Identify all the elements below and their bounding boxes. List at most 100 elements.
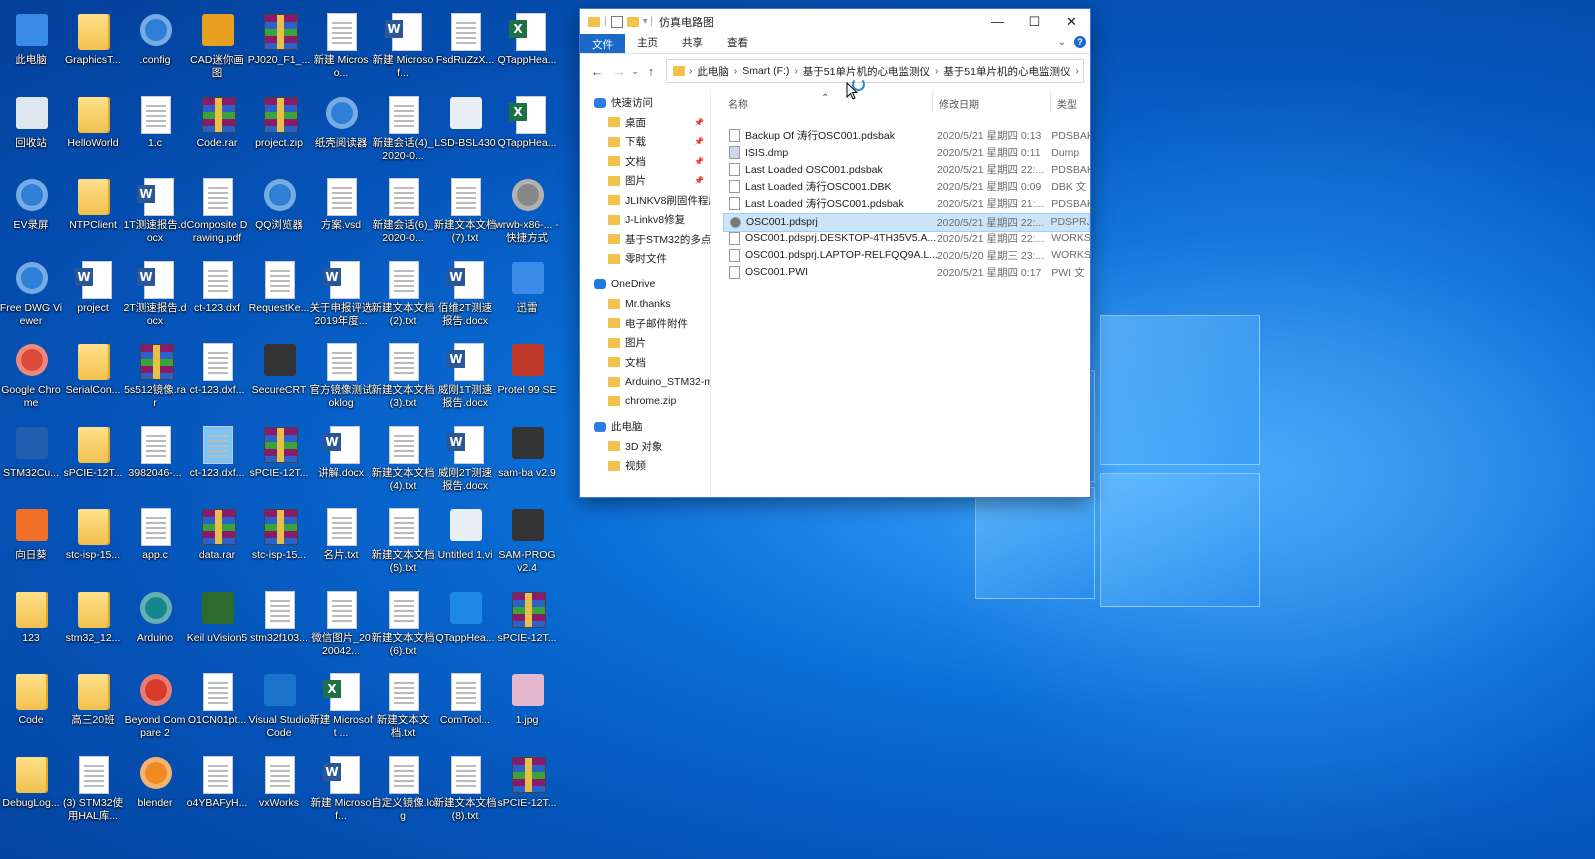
desktop-icon[interactable]: QTappHea... (496, 87, 558, 167)
nav-item[interactable]: 3D 对象 (580, 437, 710, 457)
desktop-icon[interactable]: 回收站 (0, 87, 62, 167)
desktop-icon[interactable]: 关于申报评选2019年度... (310, 252, 373, 332)
nav-item[interactable]: chrome.zip (580, 392, 710, 412)
desktop-icon[interactable]: QTappHea... (434, 582, 496, 662)
desktop-icon[interactable]: RequestKe... (248, 252, 310, 332)
desktop-icon[interactable]: QQ浏览器 (248, 169, 310, 249)
file-row[interactable]: ISIS.dmp 2020/5/21 星期四 0:11 Dump (723, 144, 1090, 161)
maximize-button[interactable]: ☐ (1016, 9, 1053, 34)
desktop-icon[interactable]: (3) STM32使用HAL库... (62, 747, 124, 827)
desktop-icon[interactable]: HelloWorld (62, 87, 124, 167)
desktop-icon[interactable]: 新建文本文档(4).txt (372, 417, 435, 497)
desktop-icon[interactable]: SerialCon... (62, 334, 124, 414)
desktop-icon[interactable]: 新建 Microsoft ... (309, 664, 373, 744)
nav-item[interactable]: 视频 (580, 456, 710, 476)
desktop-icon[interactable]: 新建 Microso... (310, 4, 372, 84)
desktop-icon[interactable]: stc-isp-15... (62, 499, 124, 579)
desktop-icon[interactable]: data.rar (186, 499, 248, 579)
desktop-icon[interactable]: 新建 Microsof... (310, 747, 372, 827)
back-icon[interactable]: ← (586, 64, 608, 79)
desktop-icon[interactable]: sPCIE-12T... (248, 417, 310, 497)
breadcrumb-item[interactable]: 基于51单片机的心电监测仪 (938, 64, 1075, 79)
close-button[interactable]: ✕ (1053, 9, 1090, 34)
file-row[interactable]: Last Loaded 涛行OSC001.pdsbak 2020/5/21 星期四… (723, 195, 1090, 212)
nav-item[interactable]: 电子邮件附件 (580, 314, 710, 334)
desktop-icon[interactable]: 佰维2T测速报告.docx (434, 252, 496, 332)
desktop-icon[interactable]: PJ020_F1_... (248, 4, 310, 84)
desktop-icon[interactable]: 新建会话(4)_2020-0... (372, 87, 434, 167)
desktop-icon[interactable]: 名片.txt (310, 499, 372, 579)
desktop-icon[interactable]: Code.rar (186, 87, 248, 167)
new-folder-icon[interactable] (626, 16, 639, 27)
file-row[interactable]: Last Loaded 涛行OSC001.DBK 2020/5/21 星期四 0:… (723, 178, 1090, 195)
nav-item[interactable]: 基于STM32的多点d (580, 230, 710, 250)
desktop-icon[interactable]: .config (124, 4, 186, 84)
desktop-icon[interactable]: 5s512镜像.rar (124, 334, 186, 414)
nav-item[interactable]: 此电脑 (580, 417, 710, 437)
pin-icon[interactable]: 📌 (694, 137, 704, 146)
desktop-icon[interactable]: 微信图片_2020042... (310, 582, 372, 662)
title-bar[interactable]: | ▾ | 仿真电路图 — ☐ ✕ (580, 9, 1090, 34)
nav-item[interactable]: Arduino_STM32-m (580, 372, 710, 392)
desktop-icon[interactable]: O1CN01pt... (186, 664, 248, 744)
desktop-icon[interactable]: Visual Studio Code (248, 664, 310, 744)
desktop-icon[interactable]: SAM-PROG v2.4 (496, 499, 558, 579)
nav-item[interactable]: JLINKV8刷固件程序 (580, 191, 710, 211)
breadcrumb-item[interactable]: Smart (F:) (737, 65, 794, 77)
desktop-icon[interactable]: 1.c (124, 87, 186, 167)
file-row[interactable]: Backup Of 涛行OSC001.pdsbak 2020/5/21 星期四 0… (723, 127, 1090, 144)
desktop-icon[interactable]: Free DWG Viewer (0, 252, 62, 332)
properties-icon[interactable] (610, 15, 623, 28)
file-row[interactable]: OSC001.pdsprj.LAPTOP-RELFQQ9A.L... 2020/5… (723, 247, 1090, 264)
help-icon[interactable]: ? (1074, 36, 1086, 48)
desktop-icon[interactable]: GraphicsT... (62, 4, 124, 84)
nav-item[interactable]: Mr.thanks (580, 294, 710, 314)
nav-item[interactable]: 零时文件 (580, 249, 710, 269)
desktop-icon[interactable]: QTappHea... (496, 4, 558, 84)
breadcrumb-item[interactable]: 此电脑 (692, 64, 734, 79)
forward-icon[interactable]: → (608, 64, 630, 79)
desktop-icon[interactable]: 新建文本文档(3).txt (372, 334, 435, 414)
desktop-icon[interactable]: LSD-BSL430 (434, 87, 496, 167)
nav-item[interactable]: J-Linkv8修复 (580, 210, 710, 230)
nav-item[interactable]: 图片 📌 (580, 171, 710, 191)
desktop-icon[interactable]: 新建会话(6)_2020-0... (372, 169, 434, 249)
nav-item[interactable]: 下载 📌 (580, 132, 710, 152)
desktop-icon[interactable]: 新建文本文档(2).txt (372, 252, 435, 332)
desktop-icon[interactable]: Beyond Compare 2 (124, 664, 186, 744)
pin-icon[interactable]: 📌 (694, 118, 704, 127)
desktop-icon[interactable]: vxWorks (248, 747, 310, 827)
tab-home[interactable]: 主页 (625, 35, 670, 53)
desktop-icon[interactable]: 讲解.docx (310, 417, 372, 497)
desktop-icon[interactable]: stc-isp-15... (248, 499, 310, 579)
desktop-icon[interactable]: ct-123.dxf... (186, 334, 248, 414)
desktop-icon[interactable]: Keil uVision5 (186, 582, 248, 662)
desktop-icon[interactable]: 官方镜像测试oklog (310, 334, 373, 414)
desktop-icon[interactable]: 方案.vsd (310, 169, 372, 249)
desktop-icon[interactable]: app.c (124, 499, 186, 579)
desktop-icon[interactable]: 自定义镜像.log (371, 747, 435, 827)
file-row[interactable]: OSC001.pdsprj.DESKTOP-4TH35V5.A... 2020/5… (723, 230, 1090, 247)
expand-ribbon-icon[interactable]: ⌄ (1058, 37, 1066, 48)
pin-icon[interactable]: 📌 (694, 176, 704, 185)
tab-view[interactable]: 查看 (715, 35, 760, 53)
file-row[interactable]: OSC001.PWI 2020/5/21 星期四 0:17 PWI 文 (723, 264, 1090, 281)
nav-item[interactable]: 快速访问 (580, 93, 710, 113)
desktop-icon[interactable]: sam-ba v2.9 (496, 417, 558, 497)
desktop-icon[interactable]: 新建文本文档.txt (372, 664, 434, 744)
desktop-icon[interactable]: wrwb-x86-... - 快捷方式 (495, 169, 559, 249)
desktop-icon[interactable]: NTPClient (62, 169, 124, 249)
desktop-icon[interactable]: ct-123.dxf (186, 252, 248, 332)
desktop-icon[interactable]: Composite Drawing.pdf (186, 169, 248, 249)
desktop-icon[interactable]: 新建文本文档(6).txt (372, 582, 435, 662)
desktop-icon[interactable]: 威刚2T测速报告.docx (434, 417, 496, 497)
desktop-icon[interactable]: 新建 Microsof... (372, 4, 434, 84)
file-explorer-window[interactable]: | ▾ | 仿真电路图 — ☐ ✕ 文件 主页 共享 查看 ⌄ ? ← → ⌄ … (580, 9, 1090, 497)
desktop-icon[interactable]: 1T测速报告.docx (123, 169, 187, 249)
desktop-icon[interactable]: 新建文本文档(7).txt (434, 169, 497, 249)
desktop-icon[interactable]: ComTool... (434, 664, 496, 744)
tab-share[interactable]: 共享 (670, 35, 715, 53)
desktop-icon[interactable]: CAD迷你画图 (186, 4, 248, 84)
desktop-icon[interactable]: Protel 99 SE (496, 334, 558, 414)
desktop-icon[interactable]: EV录屏 (0, 169, 62, 249)
